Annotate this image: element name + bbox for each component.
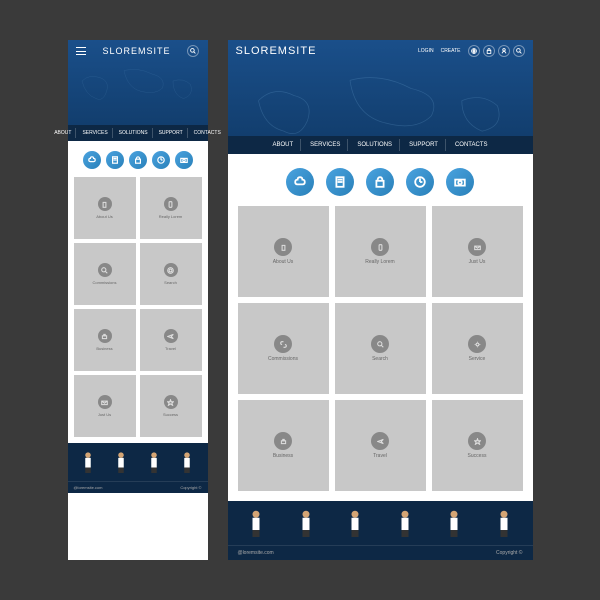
navbar: ABOUT SERVICES SOLUTIONS SUPPORT CONTACT…: [228, 136, 533, 154]
person-icon: [445, 509, 463, 537]
login-link[interactable]: LOGIN: [418, 48, 434, 54]
menu-icon[interactable]: [76, 47, 86, 55]
camera-icon[interactable]: [175, 151, 193, 169]
person-icon: [114, 451, 128, 473]
feature-row: [228, 154, 533, 206]
clock-icon[interactable]: [406, 168, 434, 196]
lock-icon[interactable]: [366, 168, 394, 196]
desktop-mockup: SLOREMSITE LOGIN CREATE ABOUT SERVICES S…: [228, 40, 533, 560]
plane-icon: [164, 329, 178, 343]
tile[interactable]: Success: [432, 400, 523, 491]
tile[interactable]: Search: [335, 303, 426, 394]
tile[interactable]: Travel: [335, 400, 426, 491]
footer: @loremsite.com Copyright ©: [228, 545, 533, 560]
nav-about[interactable]: ABOUT: [50, 128, 76, 138]
clock-icon[interactable]: [152, 151, 170, 169]
footer: @loremsite.com Copyright ©: [68, 481, 208, 493]
worldmap-icon: [228, 60, 533, 136]
building-icon: [274, 238, 292, 256]
briefcase-icon: [274, 432, 292, 450]
tile[interactable]: Business: [74, 309, 136, 371]
feature-row: [68, 141, 208, 177]
footer-copy: Copyright ©: [496, 550, 522, 556]
cloud-icon[interactable]: [83, 151, 101, 169]
worldmap-icon: [68, 60, 208, 116]
brand-logo: SLOREMSITE: [102, 46, 170, 56]
search-icon[interactable]: [187, 45, 199, 57]
tile[interactable]: Commissions: [74, 243, 136, 305]
footer-copy: Copyright ©: [180, 485, 201, 490]
phone-icon: [164, 197, 178, 211]
lock-icon[interactable]: [129, 151, 147, 169]
navbar: ABOUT SERVICES SOLUTIONS SUPPORT CONTACT…: [68, 125, 208, 141]
person-icon: [247, 509, 265, 537]
document-icon[interactable]: [106, 151, 124, 169]
people-band: [68, 443, 208, 481]
brand-logo: SLOREMSITE: [236, 45, 317, 57]
footer-email: @loremsite.com: [238, 550, 274, 556]
tile[interactable]: Really Lorem: [140, 177, 202, 239]
nav-support[interactable]: SUPPORT: [402, 139, 446, 151]
cloud-icon[interactable]: [286, 168, 314, 196]
tile[interactable]: Really Lorem: [335, 206, 426, 297]
person-icon: [346, 509, 364, 537]
mail-icon: [468, 238, 486, 256]
person-icon: [180, 451, 194, 473]
star-icon: [468, 432, 486, 450]
tile[interactable]: About Us: [238, 206, 329, 297]
search-icon: [98, 263, 112, 277]
user-icon[interactable]: [498, 45, 510, 57]
mail-icon: [98, 395, 112, 409]
star-icon: [164, 395, 178, 409]
person-icon: [297, 509, 315, 537]
nav-solutions[interactable]: SOLUTIONS: [115, 128, 153, 138]
create-link[interactable]: CREATE: [441, 48, 461, 54]
nav-solutions[interactable]: SOLUTIONS: [350, 139, 400, 151]
nav-contacts[interactable]: CONTACTS: [448, 139, 495, 151]
person-icon: [81, 451, 95, 473]
tile[interactable]: Travel: [140, 309, 202, 371]
nav-services[interactable]: SERVICES: [303, 139, 348, 151]
phone-icon: [371, 238, 389, 256]
gear-icon: [468, 335, 486, 353]
plane-icon: [371, 432, 389, 450]
tile-grid: About Us Really Lorem Commissions Search…: [68, 177, 208, 443]
tile-grid: About Us Really Lorem Just Us Commission…: [228, 206, 533, 501]
camera-icon[interactable]: [446, 168, 474, 196]
briefcase-icon: [98, 329, 112, 343]
nav-support[interactable]: SUPPORT: [155, 128, 188, 138]
tile[interactable]: Just Us: [432, 206, 523, 297]
gear-icon: [164, 263, 178, 277]
nav-services[interactable]: SERVICES: [78, 128, 112, 138]
person-icon: [396, 509, 414, 537]
document-icon[interactable]: [326, 168, 354, 196]
tile[interactable]: Commissions: [238, 303, 329, 394]
tile[interactable]: Business: [238, 400, 329, 491]
lock-icon[interactable]: [483, 45, 495, 57]
building-icon: [98, 197, 112, 211]
tile[interactable]: Success: [140, 375, 202, 437]
hero: SLOREMSITE: [68, 40, 208, 125]
tile[interactable]: Search: [140, 243, 202, 305]
globe-icon[interactable]: [468, 45, 480, 57]
mobile-mockup: SLOREMSITE ABOUT SERVICES SOLUTIONS SUPP…: [68, 40, 208, 560]
search-icon: [371, 335, 389, 353]
tile[interactable]: Just Us: [74, 375, 136, 437]
person-icon: [147, 451, 161, 473]
person-icon: [495, 509, 513, 537]
search-icon[interactable]: [513, 45, 525, 57]
link-icon: [274, 335, 292, 353]
nav-contacts[interactable]: CONTACTS: [190, 128, 225, 138]
nav-about[interactable]: ABOUT: [265, 139, 301, 151]
tile[interactable]: Service: [432, 303, 523, 394]
tile[interactable]: About Us: [74, 177, 136, 239]
hero: SLOREMSITE LOGIN CREATE: [228, 40, 533, 136]
footer-email: @loremsite.com: [74, 485, 103, 490]
people-band: [228, 501, 533, 545]
